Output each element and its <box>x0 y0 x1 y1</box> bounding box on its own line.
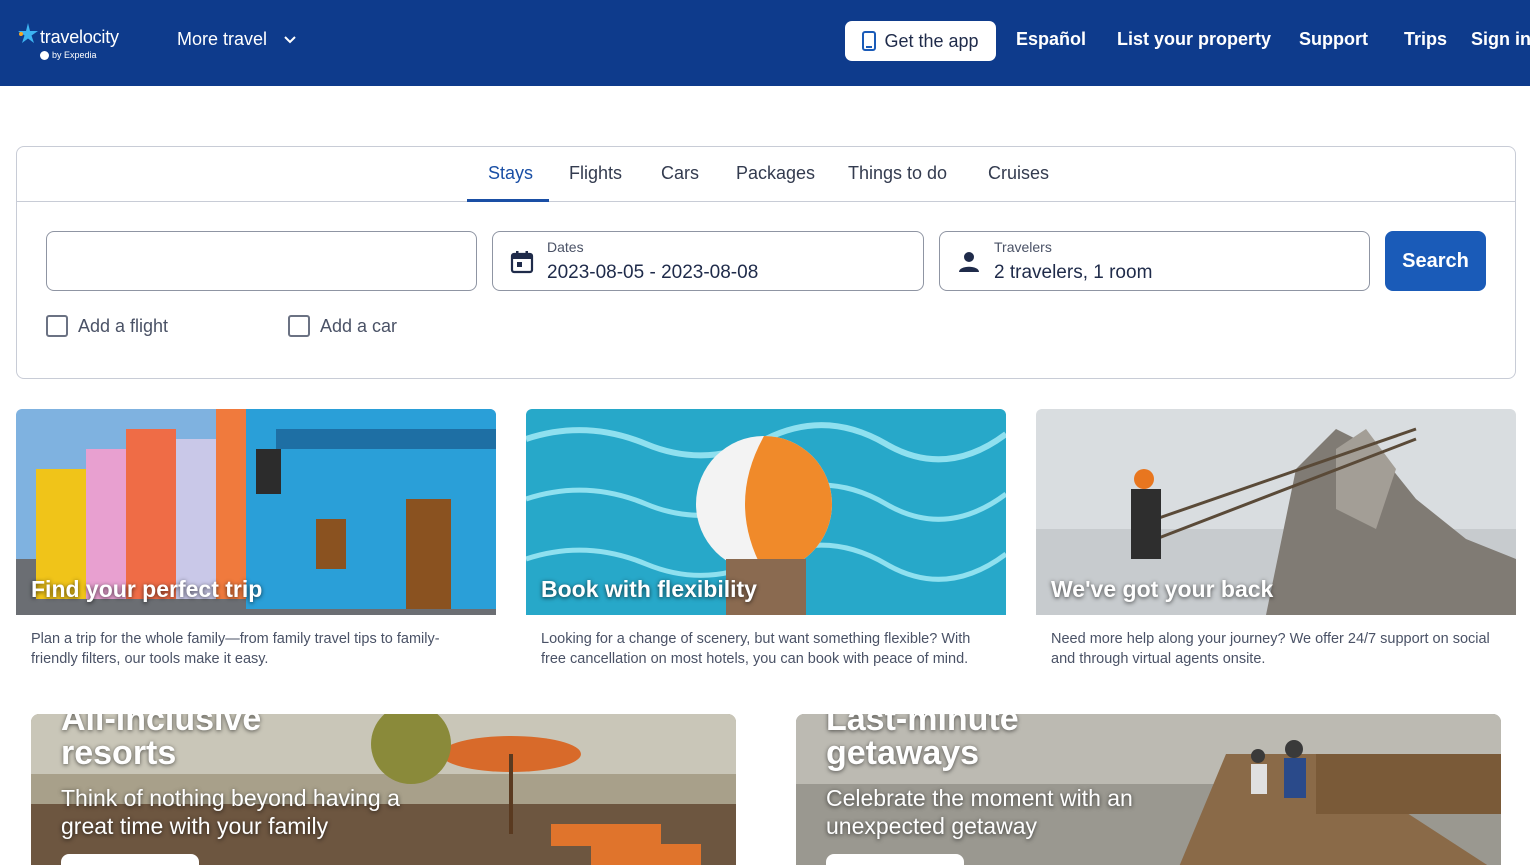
phone-icon <box>862 31 877 51</box>
feature-title: We've got your back <box>1051 576 1274 602</box>
promo-subtitle: Celebrate the moment with an unexpected … <box>826 785 1133 839</box>
promo-last-minute[interactable]: Last-minute getaways Celebrate the momen… <box>796 714 1501 865</box>
sign-in-link[interactable]: Sign in <box>1471 29 1530 50</box>
get-the-app-label: Get the app <box>884 30 979 51</box>
person-icon <box>959 252 979 272</box>
dates-label: Dates <box>547 239 584 255</box>
language-link[interactable]: Español <box>1016 29 1086 50</box>
search-tabs: Stays Flights Cars Packages Things to do… <box>17 147 1515 202</box>
active-tab-indicator <box>467 199 549 202</box>
pool-ball-image: Book with flexibility <box>526 409 1006 615</box>
get-the-app-button[interactable]: Get the app <box>845 21 996 61</box>
top-header: travelocity by Expedia More travel Get t… <box>0 0 1530 86</box>
more-travel-menu[interactable]: More travel <box>177 29 297 50</box>
add-car-checkbox[interactable] <box>288 315 310 337</box>
calendar-icon <box>510 251 534 274</box>
star-logo-icon <box>18 23 38 43</box>
promo-cta-button[interactable] <box>826 854 964 865</box>
add-flight-option[interactable]: Add a flight <box>46 315 168 337</box>
tab-stays[interactable]: Stays <box>488 163 533 184</box>
tab-cars[interactable]: Cars <box>661 163 699 184</box>
trips-link[interactable]: Trips <box>1404 29 1447 50</box>
feature-card-perfect-trip[interactable]: Find your perfect trip Plan a trip for t… <box>16 409 496 669</box>
tab-packages[interactable]: Packages <box>736 163 815 184</box>
add-flight-checkbox[interactable] <box>46 315 68 337</box>
travelers-value: 2 travelers, 1 room <box>994 262 1153 283</box>
travelocity-logo[interactable]: travelocity by Expedia <box>14 20 134 64</box>
feature-card-flexibility[interactable]: Book with flexibility Looking for a chan… <box>526 409 1006 669</box>
promo-title: getaways <box>826 734 980 772</box>
feature-description: Need more help along your journey? We of… <box>1051 631 1490 667</box>
logo-subtext: by Expedia <box>40 50 97 60</box>
travelers-field[interactable]: Travelers 2 travelers, 1 room <box>939 231 1370 291</box>
feature-title: Find your perfect trip <box>31 576 263 602</box>
destination-field[interactable] <box>46 231 477 291</box>
rope-bridge-image: We've got your back <box>1036 409 1516 615</box>
promo-all-inclusive[interactable]: All-inclusive resorts Think of nothing b… <box>31 714 736 865</box>
search-button[interactable]: Search <box>1385 231 1486 291</box>
support-link[interactable]: Support <box>1299 29 1368 50</box>
search-card: Stays Flights Cars Packages Things to do… <box>16 146 1516 379</box>
promo-cta-button[interactable] <box>61 854 199 865</box>
travelers-label: Travelers <box>994 239 1052 255</box>
colorful-street-image: Find your perfect trip <box>16 409 496 615</box>
logo-text: travelocity <box>40 27 119 47</box>
promo-subtitle: Think of nothing beyond having a great t… <box>61 785 400 839</box>
chevron-down-icon <box>284 35 296 43</box>
add-car-option[interactable]: Add a car <box>288 315 397 337</box>
feature-card-support[interactable]: We've got your back Need more help along… <box>1036 409 1516 669</box>
add-car-label: Add a car <box>320 315 398 336</box>
dates-value: 2023-08-05 - 2023-08-08 <box>547 262 759 283</box>
promo-title: resorts <box>61 734 177 772</box>
feature-title: Book with flexibility <box>541 576 757 602</box>
feature-description: Plan a trip for the whole family—from fa… <box>31 631 440 667</box>
tab-things-to-do[interactable]: Things to do <box>848 163 947 184</box>
list-property-link[interactable]: List your property <box>1117 29 1271 50</box>
logo-sub-label: by Expedia <box>52 50 97 60</box>
expedia-mark-icon <box>40 50 49 60</box>
tab-cruises[interactable]: Cruises <box>988 163 1049 184</box>
add-flight-label: Add a flight <box>78 315 169 336</box>
more-travel-label: More travel <box>177 29 268 49</box>
dates-field[interactable]: Dates 2023-08-05 - 2023-08-08 <box>492 231 924 291</box>
feature-description: Looking for a change of scenery, but wan… <box>541 631 971 667</box>
tab-flights[interactable]: Flights <box>569 163 622 184</box>
